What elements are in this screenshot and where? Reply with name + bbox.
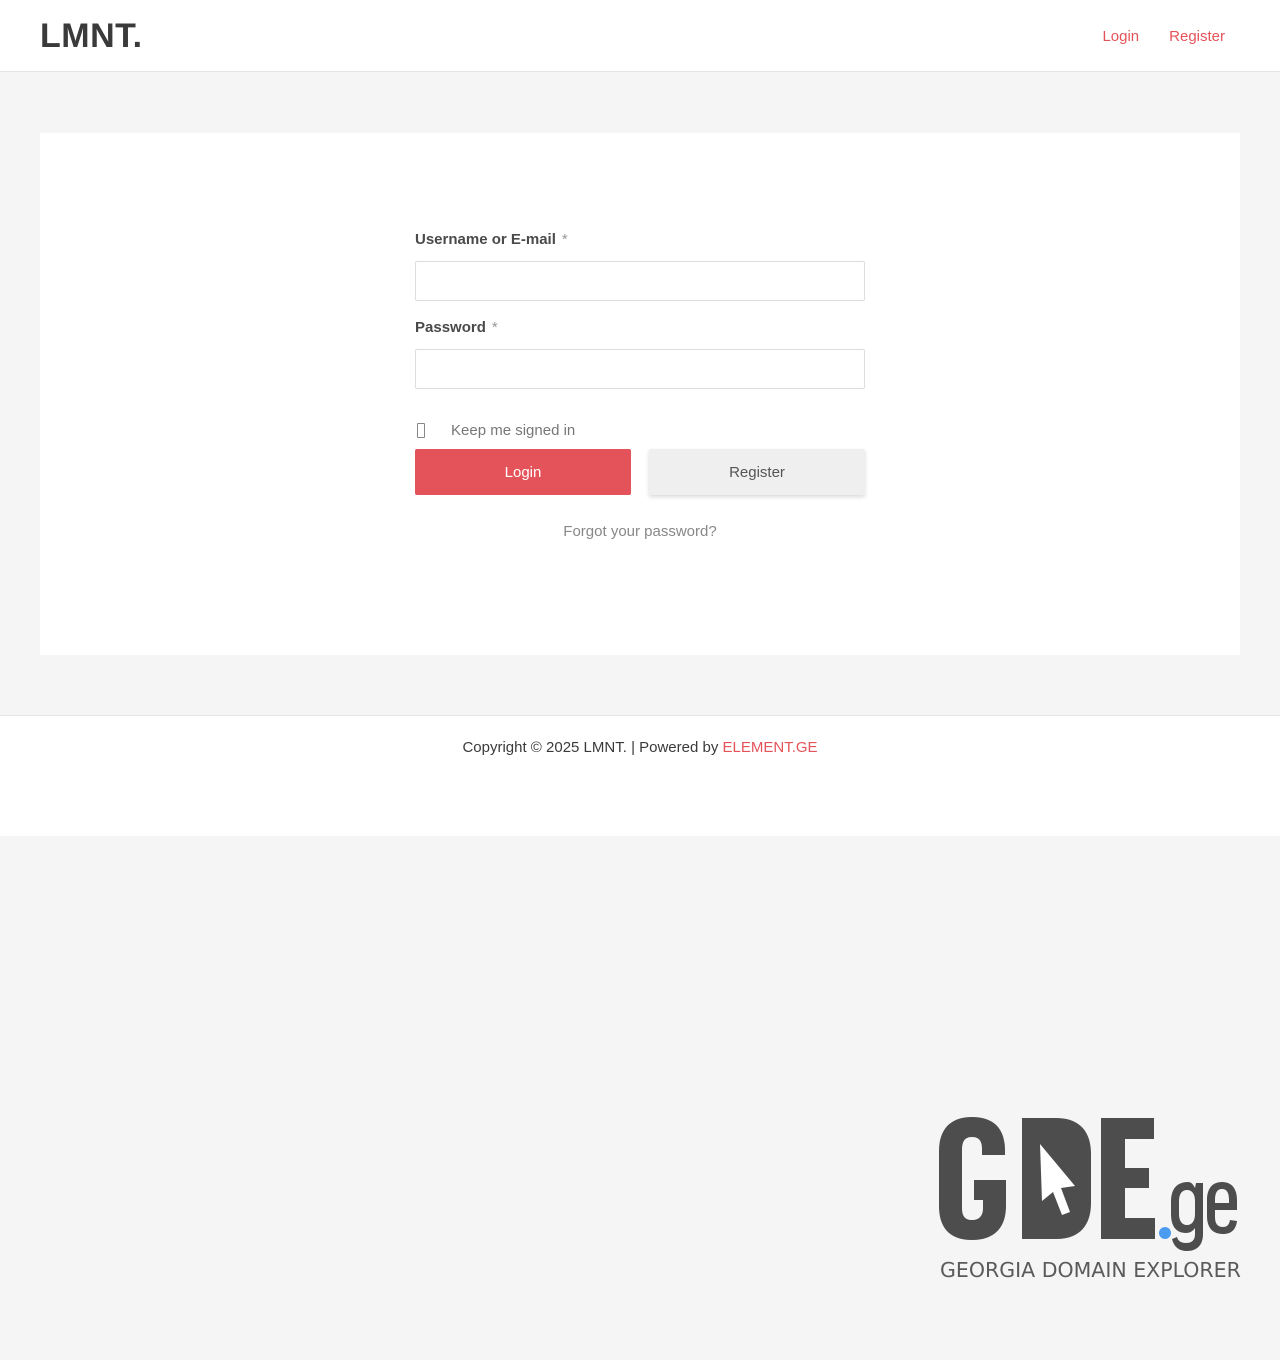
remember-me-label[interactable]: Keep me signed in	[451, 422, 575, 439]
site-footer: Copyright © 2025 LMNT. | Powered by ELEM…	[0, 715, 1280, 836]
checkbox-icon[interactable]	[417, 422, 425, 438]
password-label: Password *	[415, 319, 498, 336]
forgot-password-link[interactable]: Forgot your password?	[415, 523, 865, 540]
password-input[interactable]	[415, 349, 865, 389]
gde-tagline: GEORGIA DOMAIN EXPLORER	[940, 1258, 1241, 1282]
required-asterisk: *	[561, 231, 568, 248]
gde-logo[interactable]: GEORGIA DOMAIN EXPLORER	[936, 1110, 1242, 1282]
site-header: LMNT. Login Register	[0, 0, 1280, 72]
required-asterisk: *	[491, 319, 498, 336]
username-input[interactable]	[415, 261, 865, 301]
site-title[interactable]: LMNT.	[40, 17, 143, 56]
remember-me-row[interactable]: Keep me signed in	[415, 419, 575, 441]
username-field-group: Username or E-mail *	[415, 231, 865, 301]
dot-icon	[1159, 1227, 1171, 1239]
login-panel: Username or E-mail * Password * Keep me si…	[40, 133, 1240, 655]
login-button[interactable]: Login	[415, 449, 631, 495]
main-nav: Login Register	[1087, 0, 1240, 72]
register-button[interactable]: Register	[649, 449, 865, 495]
password-field-group: Password *	[415, 319, 865, 389]
element-ge-link[interactable]: ELEMENT.GE	[723, 739, 818, 756]
username-label: Username or E-mail *	[415, 231, 568, 248]
nav-register-link[interactable]: Register	[1154, 28, 1240, 45]
copyright: Copyright © 2025 LMNT. | Powered by ELEM…	[462, 739, 818, 756]
nav-login-link[interactable]: Login	[1087, 28, 1154, 45]
